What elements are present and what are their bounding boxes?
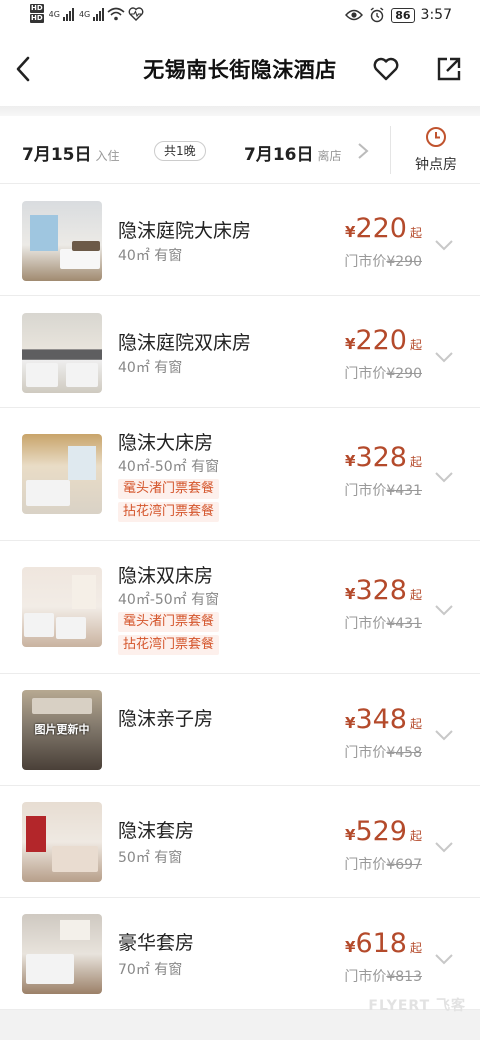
- room-name: 隐沫亲子房: [118, 708, 214, 730]
- status-left: HD HD 4G 4G: [30, 4, 144, 24]
- market-price: 门市价¥458: [344, 745, 422, 761]
- market-price: 门市价¥697: [344, 857, 422, 873]
- checkin-date[interactable]: 7月15日 入住: [22, 140, 120, 165]
- status-right: 86 3:57: [345, 7, 452, 23]
- heart-icon[interactable]: [372, 55, 400, 83]
- market-price: 门市价¥290: [344, 254, 422, 270]
- package-tag[interactable]: 鼋头渚门票套餐: [118, 612, 220, 632]
- watermark: FLYERT 飞客: [368, 998, 466, 1014]
- room-name: 豪华套房: [118, 932, 195, 954]
- room-price: ¥328 起: [345, 575, 422, 606]
- chevron-down-icon[interactable]: [434, 728, 454, 742]
- market-price: 门市价¥290: [344, 366, 422, 382]
- room-item[interactable]: 隐沫大床房 40㎡-50㎡ 有窗 鼋头渚门票套餐 拈花湾门票套餐 ¥328 起 门…: [0, 408, 480, 541]
- nights-badge: 共1晚: [154, 141, 206, 161]
- room-item[interactable]: 隐沫双床房 40㎡-50㎡ 有窗 鼋头渚门票套餐 拈花湾门票套餐 ¥328 起 门…: [0, 541, 480, 674]
- room-photo[interactable]: 图片更新中: [22, 690, 102, 770]
- room-photo[interactable]: [22, 914, 102, 994]
- room-photo[interactable]: [22, 434, 102, 514]
- status-bar: HD HD 4G 4G 86 3:57: [0, 0, 480, 34]
- package-tag[interactable]: 拈花湾门票套餐: [118, 502, 220, 522]
- checkout-date[interactable]: 7月16日 离店: [244, 140, 342, 165]
- room-info: 40㎡ 有窗: [118, 248, 183, 264]
- hourly-room-label: 钟点房: [415, 157, 457, 173]
- room-price: ¥529 起: [345, 816, 422, 847]
- room-item[interactable]: 隐沫套房 50㎡ 有窗 ¥529 起 门市价¥697: [0, 786, 480, 898]
- room-photo[interactable]: [22, 201, 102, 281]
- room-price: ¥220 起: [345, 213, 422, 244]
- market-price: 门市价¥813: [344, 969, 422, 985]
- chevron-down-icon[interactable]: [434, 952, 454, 966]
- market-price: 门市价¥431: [344, 616, 422, 632]
- room-info: 40㎡-50㎡ 有窗: [118, 459, 220, 475]
- network-label-2: 4G: [78, 9, 91, 19]
- battery-indicator: 86: [391, 7, 415, 23]
- page-title: 无锡南长街隐沫酒店: [143, 57, 337, 82]
- room-item[interactable]: 隐沫庭院大床房 40㎡ 有窗 ¥220 起 门市价¥290: [0, 184, 480, 296]
- room-name: 隐沫套房: [118, 820, 195, 842]
- package-tag[interactable]: 鼋头渚门票套餐: [118, 479, 220, 499]
- room-item[interactable]: 图片更新中 隐沫亲子房 ¥348 起 门市价¥458: [0, 674, 480, 786]
- room-price: ¥618 起: [345, 928, 422, 959]
- market-price: 门市价¥431: [344, 483, 422, 499]
- package-tags: 鼋头渚门票套餐 拈花湾门票套餐: [118, 479, 220, 525]
- signal-icon: [93, 7, 105, 21]
- room-photo[interactable]: [22, 567, 102, 647]
- room-info: 70㎡ 有窗: [118, 962, 183, 978]
- clock-icon: [426, 127, 446, 147]
- room-price: ¥348 起: [345, 704, 422, 735]
- package-tags: 鼋头渚门票套餐 拈花湾门票套餐: [118, 612, 220, 658]
- room-list: 隐沫庭院大床房 40㎡ 有窗 ¥220 起 门市价¥290 隐沫庭院双床房 40㎡…: [0, 184, 480, 1010]
- network-label-1: 4G: [48, 9, 60, 19]
- chevron-down-icon[interactable]: [434, 350, 454, 364]
- header-divider: [0, 106, 480, 116]
- checkout-label: 离店: [317, 149, 342, 163]
- hourly-room-button[interactable]: 钟点房: [392, 126, 480, 182]
- chevron-down-icon[interactable]: [434, 840, 454, 854]
- room-name: 隐沫双床房: [118, 565, 214, 587]
- image-updating-label: 图片更新中: [34, 723, 90, 736]
- room-price: ¥328 起: [345, 442, 422, 473]
- chevron-down-icon[interactable]: [434, 238, 454, 252]
- chevron-down-icon[interactable]: [434, 470, 454, 484]
- share-icon[interactable]: [436, 56, 462, 82]
- room-price: ¥220 起: [345, 325, 422, 356]
- room-photo[interactable]: [22, 313, 102, 393]
- room-photo[interactable]: [22, 802, 102, 882]
- room-name: 隐沫大床房: [118, 432, 214, 454]
- room-info: 50㎡ 有窗: [118, 850, 183, 866]
- signal-icon: [62, 7, 74, 21]
- room-item[interactable]: 豪华套房 70㎡ 有窗 ¥618 起 门市价¥813: [0, 898, 480, 1010]
- hd-indicator: HD HD: [30, 4, 44, 23]
- eye-icon: [345, 9, 364, 21]
- checkin-label: 入住: [95, 149, 120, 163]
- nav-header: 无锡南长街隐沫酒店: [0, 34, 480, 106]
- date-selector[interactable]: 7月15日 入住 共1晚 7月16日 离店 钟点房: [0, 116, 480, 184]
- room-item[interactable]: 隐沫庭院双床房 40㎡ 有窗 ¥220 起 门市价¥290: [0, 296, 480, 408]
- divider: [390, 126, 391, 174]
- room-name: 隐沫庭院双床房: [118, 332, 252, 354]
- room-name: 隐沫庭院大床房: [118, 220, 252, 242]
- chevron-left-icon[interactable]: [12, 54, 36, 84]
- chevron-right-icon[interactable]: [356, 142, 370, 160]
- package-tag[interactable]: 拈花湾门票套餐: [118, 635, 220, 655]
- heart-rate-icon: [128, 7, 144, 21]
- wifi-icon: [107, 7, 125, 21]
- clock: 3:57: [420, 7, 452, 23]
- room-info: 40㎡-50㎡ 有窗: [118, 592, 220, 608]
- room-info: 40㎡ 有窗: [118, 360, 183, 376]
- alarm-icon: [370, 7, 384, 23]
- chevron-down-icon[interactable]: [434, 603, 454, 617]
